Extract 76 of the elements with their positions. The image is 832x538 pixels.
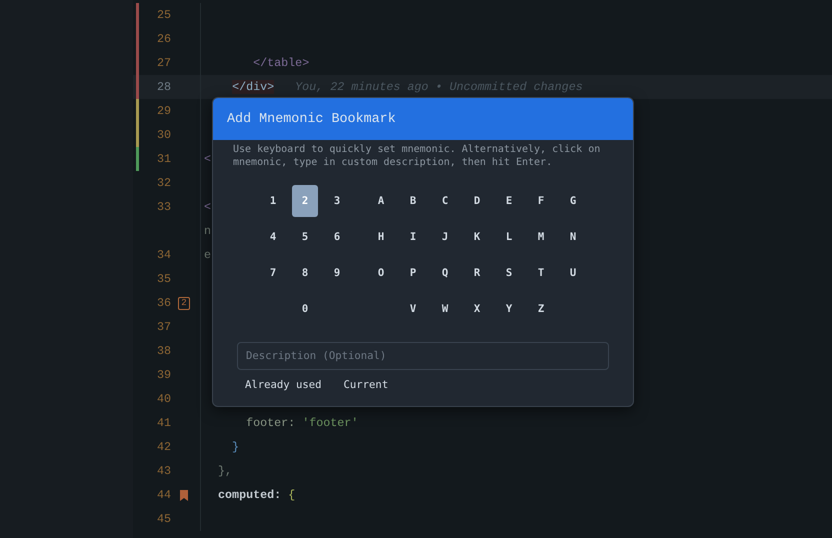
line-number: 39	[156, 368, 171, 382]
blame-annotation: You, 22 minutes ago • Uncommitted changes	[295, 80, 583, 94]
count-badge: 2	[178, 296, 190, 310]
legend-label: Current	[344, 379, 388, 391]
code-text: <	[204, 152, 212, 166]
line-number: 45	[156, 512, 171, 526]
line-number: 27	[156, 56, 171, 70]
code-text: computed:	[217, 488, 282, 502]
mnemonic-key[interactable]: 5	[292, 221, 318, 253]
code-text: {	[287, 488, 296, 502]
mnemonic-key[interactable]: 3	[324, 185, 350, 217]
code-text: footer:	[245, 416, 296, 430]
code-text: e	[204, 248, 212, 262]
line-number: 43	[156, 464, 171, 478]
mnemonic-key[interactable]: C	[432, 185, 458, 217]
line-number: 25	[156, 8, 171, 22]
mnemonic-key[interactable]: D	[464, 185, 490, 217]
mnemonic-key[interactable]: M	[528, 221, 554, 253]
line-number: 34	[156, 248, 171, 262]
line-number: 32	[156, 176, 171, 190]
mnemonic-key[interactable]: 7	[260, 257, 286, 289]
line-number: 30	[156, 128, 171, 142]
mnemonic-key[interactable]: 9	[324, 257, 350, 289]
mnemonic-key[interactable]: Z	[528, 293, 554, 325]
code-text: 'footer'	[301, 416, 358, 430]
mnemonic-key[interactable]: R	[464, 257, 490, 289]
line-number: 29	[156, 104, 171, 118]
line-number: 41	[156, 416, 171, 430]
mnemonic-key[interactable]: T	[528, 257, 554, 289]
mnemonic-key[interactable]: F	[528, 185, 554, 217]
mnemonic-key[interactable]: S	[496, 257, 522, 289]
dialog-description: Use keyboard to quickly set mnemonic. Alternatively, click on mnemonic, type in custom description, then hit Enter.	[232, 143, 602, 169]
line-number: 28	[156, 80, 171, 94]
bookmark-icon[interactable]	[180, 490, 188, 500]
mnemonic-key[interactable]: V	[400, 293, 426, 325]
mnemonic-key[interactable]: 6	[324, 221, 350, 253]
code-text: }	[231, 440, 240, 454]
mnemonic-key[interactable]: E	[496, 185, 522, 217]
mnemonic-key[interactable]: H	[368, 221, 394, 253]
mnemonic-key[interactable]: J	[432, 221, 458, 253]
code-text: <	[204, 200, 212, 214]
legend-label: Already used	[245, 379, 322, 391]
dialog-title: Add Mnemonic Bookmark	[213, 98, 633, 140]
code-text: </div>	[231, 80, 274, 94]
mnemonic-key[interactable]: G	[560, 185, 586, 217]
mnemonic-key[interactable]: 1	[260, 185, 286, 217]
mnemonic-key[interactable]: N	[560, 221, 586, 253]
mnemonic-key[interactable]: W	[432, 293, 458, 325]
mnemonic-key[interactable]: 0	[292, 293, 318, 325]
mnemonic-key[interactable]: O	[368, 257, 394, 289]
code-text: </table>	[252, 56, 310, 70]
mnemonic-key[interactable]: K	[464, 221, 490, 253]
mnemonic-key[interactable]: X	[464, 293, 490, 325]
code-text: },	[217, 464, 232, 478]
mnemonic-key[interactable]: Y	[496, 293, 522, 325]
line-number: 42	[156, 440, 171, 454]
description-input[interactable]: Description (Optional)	[237, 342, 609, 370]
mnemonic-key[interactable]: Q	[432, 257, 458, 289]
line-number: 35	[156, 272, 171, 286]
line-number: 37	[156, 320, 171, 334]
line-number: 40	[156, 392, 171, 406]
mnemonic-key[interactable]: P	[400, 257, 426, 289]
line-number: 44	[156, 488, 171, 502]
code-text: n	[204, 224, 212, 238]
line-number: 31	[156, 152, 171, 166]
line-number: 26	[156, 32, 171, 46]
mnemonic-key[interactable]: A	[368, 185, 394, 217]
line-number: 36	[156, 296, 171, 310]
line-number: 38	[156, 344, 171, 358]
mnemonic-key[interactable]: 8	[292, 257, 318, 289]
line-number: 33	[156, 200, 171, 214]
mnemonic-key[interactable]: B	[400, 185, 426, 217]
mnemonic-key[interactable]: I	[400, 221, 426, 253]
mnemonic-key[interactable]: U	[560, 257, 586, 289]
mnemonic-key[interactable]: 4	[260, 221, 286, 253]
mnemonic-key[interactable]: L	[496, 221, 522, 253]
